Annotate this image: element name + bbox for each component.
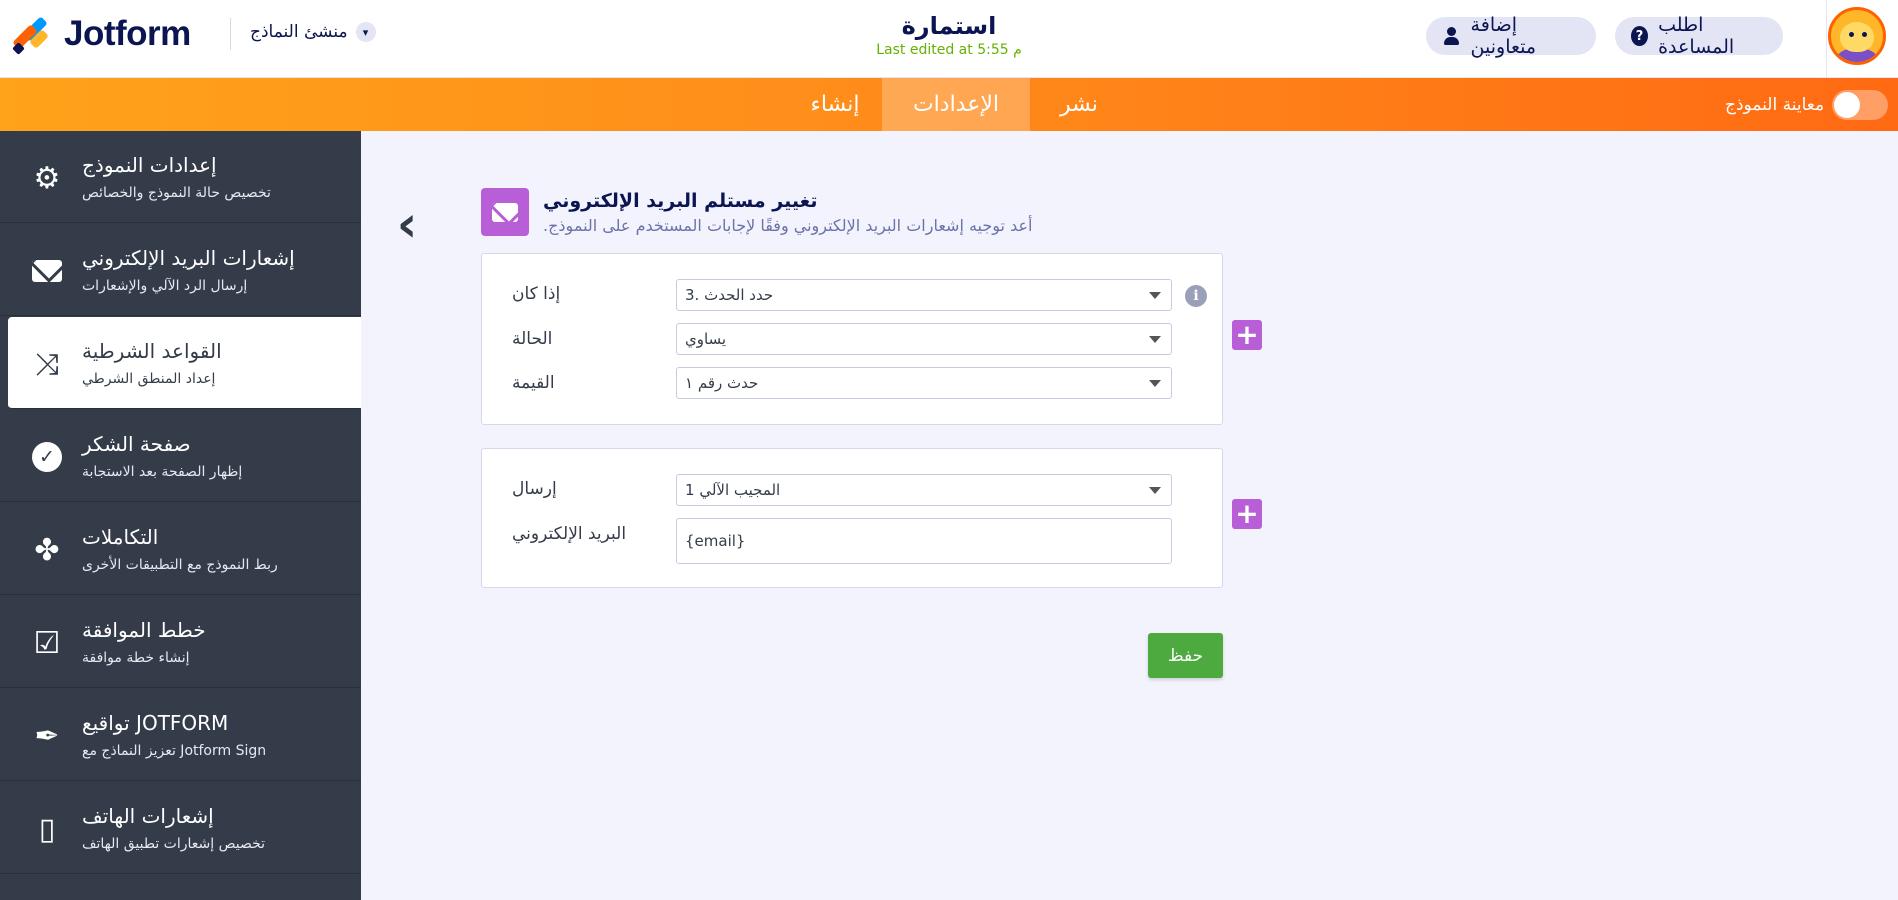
send-label: إرسال [512, 479, 557, 499]
form-builder-menu[interactable]: منشئ النماذج ▾ [250, 22, 376, 42]
question-icon: ? [1631, 26, 1649, 46]
caret-down-icon [1149, 336, 1161, 343]
sidebar-item-approval-flows[interactable]: ☑ خطط الموافقة إنشاء خطة موافقة [0, 596, 361, 688]
gear-icon: ⚙ [33, 160, 61, 196]
sidebar-item-mobile-notifications[interactable]: ▯ إشعارات الهاتف تخصيص إشعارات تطبيق اله… [0, 782, 361, 874]
check-circle-icon: ✓ [30, 440, 64, 474]
sidebar-item-form-settings[interactable]: ⚙ إعدادات النموذج تخصيص حالة النموذج وال… [0, 131, 361, 223]
sidebar-item-title: خطط الموافقة [82, 618, 206, 642]
email-field[interactable]: {email} [676, 518, 1172, 564]
approval-icon: ☑ [33, 625, 61, 661]
add-condition-button[interactable]: + [1232, 320, 1262, 350]
top-header: Jotform منشئ النماذج ▾ استمارة Last edit… [0, 0, 1898, 78]
form-preview-label: معاينة النموذج [1725, 95, 1825, 115]
sidebar-item-jotform-sign[interactable]: ✒ تواقيع JOTFORM تعزيز النماذج مع Jotfor… [0, 689, 361, 781]
shuffle-icon: ⤨ [35, 346, 59, 382]
form-title[interactable]: استمارة [849, 12, 1049, 40]
action-card: إرسال المجيب الآلي 1 البريد الإلكتروني {… [481, 448, 1223, 588]
add-collaborators-label: إضافة متعاونين [1470, 14, 1537, 58]
sidebar-item-title: إشعارات الهاتف [82, 804, 214, 828]
value-select[interactable]: حدث رقم ١ [676, 367, 1172, 399]
form-title-area: استمارة Last edited at 5:55 م [849, 12, 1049, 58]
form-preview-toggle[interactable] [1832, 90, 1889, 120]
sidebar-item-title: إعدادات النموذج [82, 153, 217, 177]
sidebar-item-title: صفحة الشكر [82, 432, 191, 456]
sidebar-item-subtitle: إعداد المنطق الشرطي [82, 371, 216, 387]
sidebar-item-subtitle: إرسال الرد الآلي والإشعارات [82, 278, 248, 294]
email-label: البريد الإلكتروني [512, 524, 627, 544]
if-field-value: 3. حدد الحدث [685, 286, 774, 304]
tab-publish[interactable]: نشر [1030, 78, 1128, 131]
logo-text: Jotform [64, 14, 191, 53]
user-icon [1442, 26, 1461, 46]
add-collaborators-button[interactable]: إضافة متعاونين [1426, 14, 1596, 58]
sidebar-item-conditions[interactable]: ⤨ القواعد الشرطية إعداد المنطق الشرطي [8, 317, 361, 409]
sidebar-item-title: تواقيع JOTFORM [82, 711, 229, 735]
builder-label: منشئ النماذج [250, 22, 348, 42]
value-label: القيمة [512, 373, 555, 393]
save-button[interactable]: حفظ [1148, 633, 1223, 678]
sidebar-item-thank-you-page[interactable]: ✓ صفحة الشكر إظهار الصفحة بعد الاستجابة [0, 410, 361, 502]
back-arrow-icon[interactable]: ‹ [392, 195, 422, 253]
value-value: حدث رقم ١ [685, 374, 759, 392]
settings-sidebar: ⚙ إعدادات النموذج تخصيص حالة النموذج وال… [0, 131, 361, 900]
envelope-icon [481, 188, 529, 236]
avatar[interactable] [1828, 7, 1886, 65]
jotform-logo[interactable]: Jotform [12, 14, 191, 55]
chevron-down-icon: ▾ [355, 22, 376, 42]
get-help-label: اطلب المساعدة [1658, 14, 1735, 58]
last-edited-status: Last edited at 5:55 م [876, 42, 1022, 58]
state-label: الحالة [512, 329, 553, 349]
toggle-knob [1834, 92, 1861, 118]
puzzle-icon: ✤ [34, 532, 60, 568]
info-icon[interactable]: i [1185, 285, 1207, 307]
page-description: .أعد توجيه إشعارات البريد الإلكتروني وفق… [543, 216, 1033, 235]
header-divider [230, 18, 231, 50]
caret-down-icon [1149, 292, 1161, 299]
jotform-logo-icon [12, 14, 52, 55]
envelope-icon [30, 254, 64, 288]
sidebar-item-integrations[interactable]: ✤ التكاملات ربط النموذج مع التطبيقات الأ… [0, 503, 361, 595]
get-help-button[interactable]: ? اطلب المساعدة [1615, 14, 1783, 58]
tab-settings[interactable]: الإعدادات [882, 78, 1030, 131]
form-preview-toggle-area: معاينة النموذج [1725, 90, 1889, 120]
state-value: يساوي [685, 330, 727, 348]
sidebar-item-subtitle: تعزيز النماذج مع Jotform Sign [82, 743, 267, 759]
condition-card: إذا كان 3. حدد الحدث i الحالة يساوي القي… [481, 253, 1223, 425]
mobile-icon: ▯ [38, 811, 56, 847]
sidebar-item-title: التكاملات [82, 525, 159, 549]
send-value: المجيب الآلي 1 [685, 481, 781, 499]
if-label: إذا كان [512, 284, 561, 304]
main-nav-bar: إنشاء الإعدادات نشر معاينة النموذج [0, 78, 1898, 131]
tab-build[interactable]: إنشاء [788, 78, 882, 131]
add-action-button[interactable]: + [1232, 499, 1262, 529]
caret-down-icon [1149, 487, 1161, 494]
if-field-select[interactable]: 3. حدد الحدث [676, 279, 1172, 311]
sidebar-item-title: إشعارات البريد الإلكتروني [82, 246, 295, 270]
send-select[interactable]: المجيب الآلي 1 [676, 474, 1172, 506]
sidebar-item-subtitle: ربط النموذج مع التطبيقات الأخرى [82, 557, 278, 573]
state-select[interactable]: يساوي [676, 323, 1172, 355]
pen-icon: ✒ [34, 718, 60, 754]
sidebar-item-subtitle: تخصيص حالة النموذج والخصائص [82, 185, 271, 201]
sidebar-item-subtitle: تخصيص إشعارات تطبيق الهاتف [82, 836, 266, 852]
email-field-value: {email} [685, 532, 746, 550]
sidebar-item-subtitle: إظهار الصفحة بعد الاستجابة [82, 464, 243, 480]
sidebar-item-subtitle: إنشاء خطة موافقة [82, 650, 190, 666]
sidebar-item-title: القواعد الشرطية [82, 339, 222, 363]
sidebar-item-email-notifications[interactable]: إشعارات البريد الإلكتروني إرسال الرد الآ… [0, 224, 361, 316]
caret-down-icon [1149, 380, 1161, 387]
page-title: تغيير مستلم البريد الإلكتروني [543, 190, 818, 212]
